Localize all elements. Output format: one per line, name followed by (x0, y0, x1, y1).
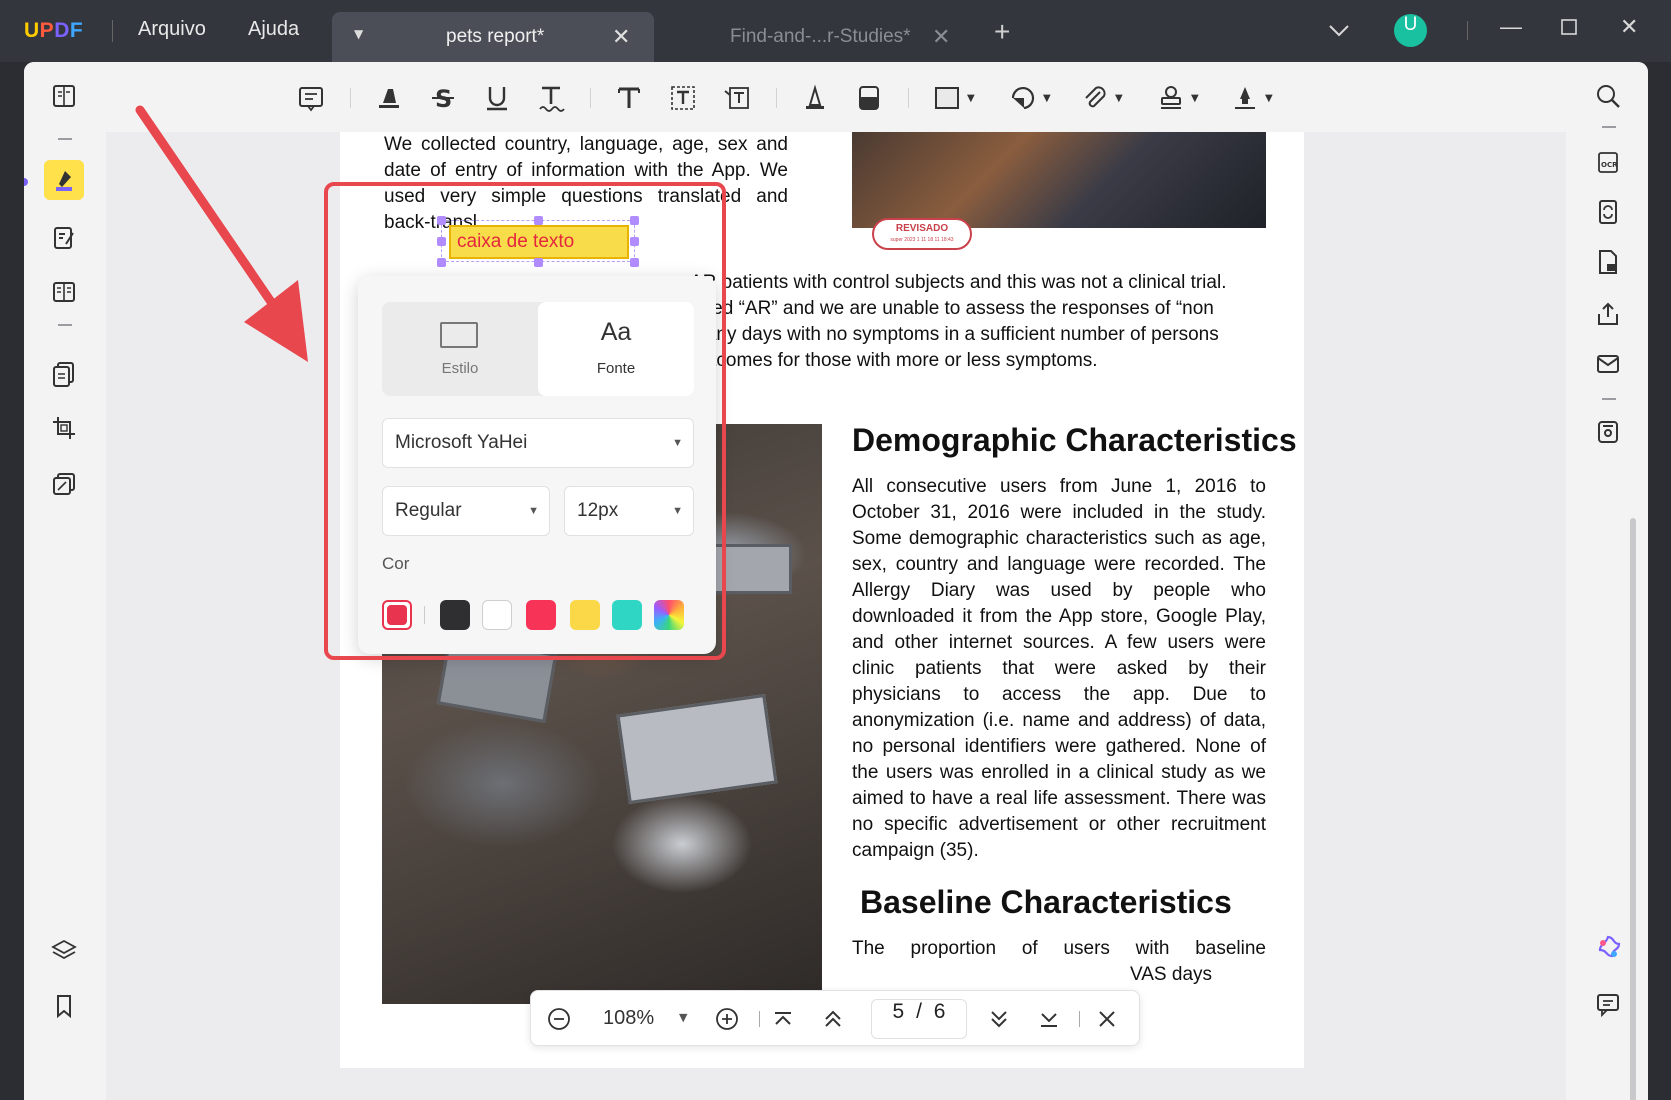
baseline-paragraph: The proportion of users with baseline (852, 938, 1266, 959)
page-number-input[interactable]: 5 / 6 (871, 999, 967, 1039)
form-icon[interactable] (44, 272, 84, 312)
menu-ajuda[interactable]: Ajuda (248, 18, 299, 41)
avatar[interactable]: U (1394, 14, 1427, 47)
tab-title: pets report* (446, 26, 545, 47)
zoom-out-icon[interactable] (543, 1003, 575, 1035)
paragraph-ar-patients: AR patients with control subjects and th… (690, 272, 1227, 371)
last-page-icon[interactable] (1033, 1003, 1065, 1035)
shape-rectangle-icon[interactable]: ▼ (932, 79, 975, 117)
search-icon[interactable] (1588, 76, 1628, 116)
maximize-icon[interactable] (1560, 18, 1578, 40)
page-navigation-bar: 108% ▼ 5 / 6 (530, 990, 1140, 1046)
text-callout-icon[interactable] (722, 79, 752, 117)
active-indicator (24, 178, 28, 186)
tab-dropdown-icon[interactable]: ▼ (354, 27, 363, 41)
comments-panel-icon[interactable] (1588, 984, 1628, 1024)
tab-find-and-studies[interactable]: Find-and-...r-Studies* ✕ (658, 12, 958, 62)
window-separator (1467, 21, 1468, 40)
edit-pdf-icon[interactable] (44, 218, 84, 258)
pencil-icon[interactable] (800, 79, 830, 117)
text-box-icon[interactable] (668, 79, 698, 117)
toolbar-separator (908, 88, 909, 108)
text-icon[interactable] (614, 79, 644, 117)
nav-separator (759, 1011, 760, 1027)
title-bar: UPDF Arquivo Ajuda ▼ pets report* ✕ Find… (0, 0, 1671, 62)
protect-icon[interactable] (44, 464, 84, 504)
organize-pages-icon[interactable] (44, 354, 84, 394)
protect-document-icon[interactable] (1588, 242, 1628, 282)
toolbar-separator (350, 88, 351, 108)
attachment-icon[interactable]: ▼ (1080, 79, 1123, 117)
tab-pets-report[interactable]: ▼ pets report* ✕ (332, 12, 654, 62)
vertical-scrollbar[interactable] (1630, 518, 1636, 1100)
rail-divider (1602, 398, 1616, 400)
heading-baseline: Baseline Characteristics (860, 884, 1232, 920)
svg-text:OCR: OCR (1601, 161, 1618, 169)
ai-assistant-icon[interactable] (1588, 928, 1628, 968)
title-separator (112, 20, 113, 42)
demographic-paragraph: All consecutive users from June 1, 2016 … (852, 476, 1266, 861)
tab-close-icon[interactable]: ✕ (612, 24, 630, 50)
laptop-shape (616, 694, 778, 804)
baseline-paragraph-tail: VAS days (1130, 964, 1213, 985)
first-page-icon[interactable] (767, 1003, 799, 1035)
zoom-dropdown-icon[interactable]: ▼ (679, 1011, 687, 1024)
signature-icon[interactable]: ▼ (1230, 79, 1273, 117)
revisado-stamp[interactable]: REVISADO super 2023 1 11 18 11 18:43 (872, 218, 972, 250)
menu-arquivo[interactable]: Arquivo (138, 18, 206, 41)
previous-page-icon[interactable] (817, 1003, 849, 1035)
highlight-icon[interactable] (374, 79, 404, 117)
rail-divider (58, 138, 72, 140)
zoom-level[interactable]: 108% (603, 1007, 654, 1030)
left-toolbar (24, 62, 106, 1100)
updf-logo: UPDF (24, 19, 84, 42)
layers-icon[interactable] (44, 930, 84, 970)
rail-divider (1602, 126, 1616, 128)
save-icon[interactable] (1588, 412, 1628, 452)
toolbar-separator (776, 88, 777, 108)
squiggly-icon[interactable] (536, 79, 566, 117)
stamp-icon[interactable]: ▼ (1156, 79, 1199, 117)
comment-mode-icon[interactable] (44, 160, 84, 200)
crop-icon[interactable] (44, 408, 84, 448)
ocr-icon[interactable]: OCR (1588, 142, 1628, 182)
next-page-icon[interactable] (983, 1003, 1015, 1035)
underline-icon[interactable] (482, 79, 512, 117)
shape-lasso-icon[interactable]: ▼ (1008, 79, 1051, 117)
meeting-photo (852, 132, 1266, 228)
share-icon[interactable] (1588, 294, 1628, 334)
minimize-icon[interactable]: — (1500, 16, 1522, 38)
email-icon[interactable] (1588, 344, 1628, 384)
rail-divider (58, 324, 72, 326)
bookmark-icon[interactable] (44, 986, 84, 1026)
nav-separator (1079, 1011, 1080, 1027)
zoom-in-icon[interactable] (711, 1003, 743, 1035)
tab-list-chevron-icon[interactable] (1328, 20, 1350, 42)
close-navigation-icon[interactable] (1091, 1003, 1123, 1035)
heading-demographic: Demographic Characteristics (852, 422, 1297, 458)
tab-close-icon[interactable]: ✕ (932, 24, 950, 50)
toolbar-separator (590, 88, 591, 108)
convert-icon[interactable] (1588, 192, 1628, 232)
window-close-icon[interactable]: ✕ (1620, 16, 1638, 38)
strikethrough-icon[interactable]: S (428, 79, 458, 117)
pointer-arrow-icon (135, 105, 308, 362)
new-tab-icon[interactable]: + (994, 18, 1010, 46)
eraser-icon[interactable] (854, 79, 884, 117)
tab-title: Find-and-...r-Studies* (730, 26, 911, 47)
highlight-frame (324, 182, 726, 660)
reader-mode-icon[interactable] (44, 76, 84, 116)
